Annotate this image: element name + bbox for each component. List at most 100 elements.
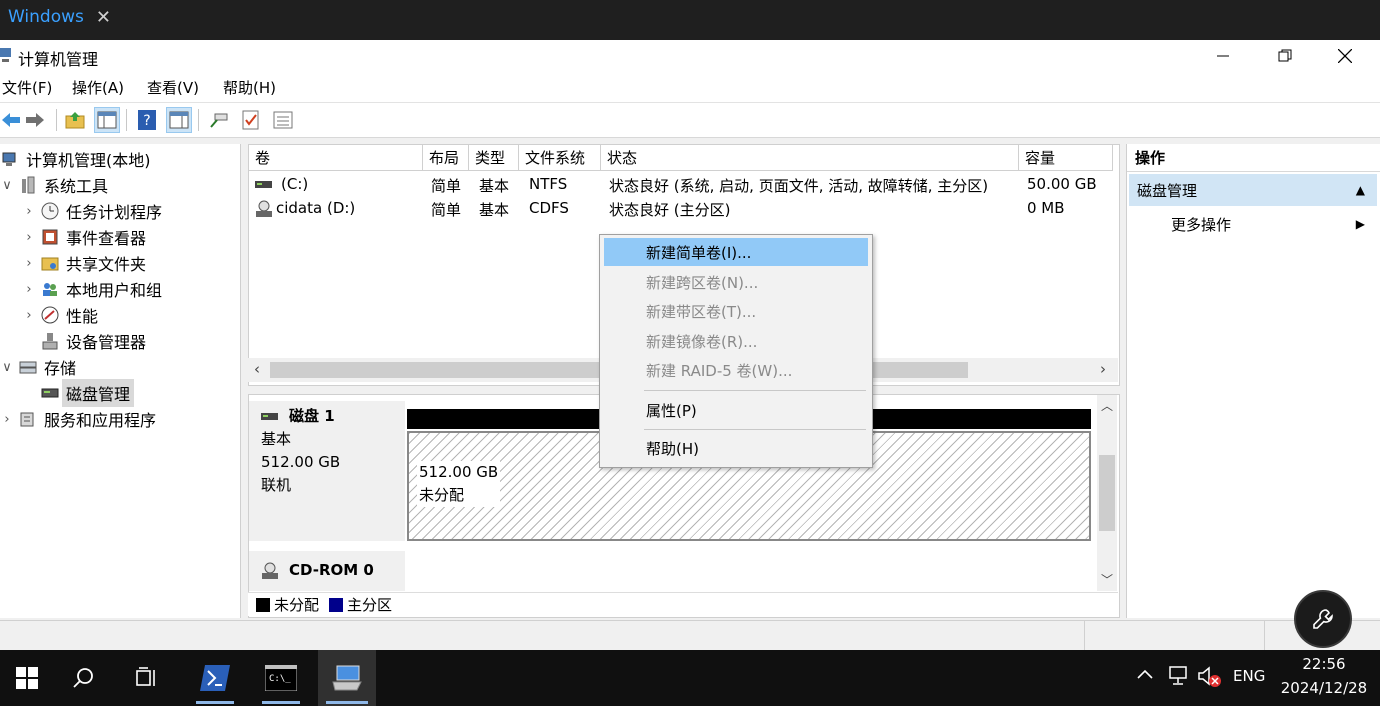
actions-more-actions[interactable]: 更多操作 ▶ [1129,210,1377,238]
close-button[interactable] [1322,40,1368,72]
toolbar: ? [0,102,1380,138]
tree-item-storage[interactable]: ∨ 存储 [0,354,240,380]
disk-1-label[interactable]: 磁盘 1 基本 512.00 GB 联机 [249,401,405,541]
svg-text:?: ? [143,113,150,129]
connect-button[interactable] [208,109,230,131]
expand-chevron-icon[interactable]: › [22,256,36,271]
show-hide-tree-button[interactable] [94,107,120,133]
column-header-status[interactable]: 状态 [601,145,1019,171]
list-view-icon [273,111,293,129]
menu-help-item[interactable]: 帮助(H) [604,434,868,462]
tree-item-shared-folders[interactable]: › 共享文件夹 [0,250,240,276]
tree-item-system-tools[interactable]: ∨ 系统工具 [0,172,240,198]
minimize-button[interactable] [1200,40,1246,72]
menu-new-raid5-volume[interactable]: 新建 RAID-5 卷(W)... [604,356,868,384]
volume-muted-icon[interactable] [1198,666,1222,688]
restore-button[interactable] [1262,40,1308,72]
tree-item-event-viewer[interactable]: › 事件查看器 [0,224,240,250]
show-hidden-icons-icon[interactable] [1136,668,1154,680]
scroll-down-icon[interactable]: ﹀ [1101,571,1113,588]
scroll-right-icon[interactable]: › [1100,360,1106,378]
restore-icon [1278,49,1292,62]
menu-properties[interactable]: 属性(P) [604,396,868,424]
disk-state: 联机 [261,476,292,494]
cd-drive-icon [256,200,272,217]
input-language[interactable]: ENG [1233,667,1265,685]
expand-chevron-icon[interactable]: › [22,308,36,323]
search-icon [73,668,93,688]
scroll-left-icon[interactable]: ‹ [254,360,260,378]
forward-button[interactable] [24,109,46,131]
volume-layout: 简单 [431,177,462,195]
volume-filesystem: NTFS [529,175,568,193]
column-header-capacity[interactable]: 容量 [1019,145,1113,171]
shared-folder-icon [40,253,60,273]
tree-item-local-users-groups[interactable]: › 本地用户和组 [0,276,240,302]
disk-icon [40,383,60,403]
cdrom-0-label[interactable]: CD-ROM 0 [249,551,405,591]
menu-new-spanned-volume[interactable]: 新建跨区卷(N)... [604,268,868,296]
scrollbar-thumb[interactable] [1099,455,1115,531]
volume-row[interactable]: (C:) 简单 基本 NTFS 状态良好 (系统, 启动, 页面文件, 活动, … [249,175,1117,199]
menu-new-mirrored-volume[interactable]: 新建镜像卷(R)... [604,327,868,355]
expand-chevron-icon[interactable]: › [22,282,36,297]
expand-chevron-icon[interactable]: › [0,412,14,427]
network-icon[interactable] [1168,666,1190,686]
checklist-icon [242,110,259,130]
volume-status: 状态良好 (系统, 启动, 页面文件, 活动, 故障转储, 主分区) [609,177,989,195]
folder-up-icon [65,112,85,129]
vertical-scrollbar[interactable]: ︿ ﹀ [1097,395,1117,591]
menu-action[interactable]: 操作(A) [72,77,124,98]
menu-view[interactable]: 查看(V) [147,77,199,98]
back-arrow-icon [2,113,20,127]
taskbar-powershell[interactable] [188,650,242,706]
menu-new-striped-volume[interactable]: 新建带区卷(T)... [604,297,868,325]
menu-file[interactable]: 文件(F) [2,77,52,98]
expand-chevron-icon[interactable]: › [22,204,36,219]
back-button[interactable] [0,109,22,131]
help-icon: ? [138,110,156,130]
action-pane-icon [169,111,189,129]
status-bar [0,620,1380,651]
column-header-layout[interactable]: 布局 [423,145,469,171]
actions-section-disk-management[interactable]: 磁盘管理 ▲ [1129,174,1377,206]
start-button[interactable] [0,650,54,706]
windows-logo-icon [16,667,38,689]
storage-icon [18,357,38,377]
tree-item-performance[interactable]: › 性能 [0,302,240,328]
taskbar-clock[interactable]: 22:56 2024/12/28 [1272,652,1376,704]
help-button[interactable]: ? [136,109,158,131]
expand-chevron-icon[interactable]: ∨ [0,360,14,375]
column-header-volume[interactable]: 卷 [249,145,423,171]
tree-item-computer-management[interactable]: 计算机管理(本地) [0,146,240,172]
drive-icon [255,181,272,188]
up-folder-button[interactable] [64,109,86,131]
tree-item-services-applications[interactable]: › 服务和应用程序 [0,406,240,432]
tree-item-device-manager[interactable]: 设备管理器 [0,328,240,354]
legend-swatch-primary [329,597,344,612]
services-icon [18,409,38,429]
tree-item-task-scheduler[interactable]: › 任务计划程序 [0,198,240,224]
scroll-up-icon[interactable]: ︿ [1101,397,1113,414]
close-tab-icon[interactable]: ✕ [96,7,111,28]
collapse-triangle-icon[interactable]: ▲ [1356,183,1365,197]
volume-row[interactable]: cidata (D:) 简单 基本 CDFS 状态良好 (主分区) 0 MB [249,199,1117,223]
tree-item-disk-management[interactable]: 磁盘管理 [0,379,240,407]
menu-help[interactable]: 帮助(H) [223,77,276,98]
browser-tab-strip: Windows ✕ [0,0,1380,40]
task-view-button[interactable] [120,650,174,706]
menu-bar: 文件(F) 操作(A) 查看(V) 帮助(H) [0,72,1380,102]
show-action-pane-button[interactable] [166,107,192,133]
search-button[interactable] [56,650,110,706]
menu-new-simple-volume[interactable]: 新建简单卷(I)... [604,238,868,266]
expand-chevron-icon[interactable]: › [22,230,36,245]
expand-chevron-icon[interactable]: ∨ [0,178,14,193]
properties-button[interactable] [240,109,262,131]
tools-fab-button[interactable] [1294,590,1352,648]
taskbar-computer-management[interactable] [318,650,376,706]
taskbar-command-prompt[interactable]: C:\_ [254,650,308,706]
list-view-button[interactable] [272,109,294,131]
tab-windows[interactable]: Windows ✕ [0,0,111,34]
column-header-filesystem[interactable]: 文件系统 [519,145,601,171]
column-header-type[interactable]: 类型 [469,145,519,171]
